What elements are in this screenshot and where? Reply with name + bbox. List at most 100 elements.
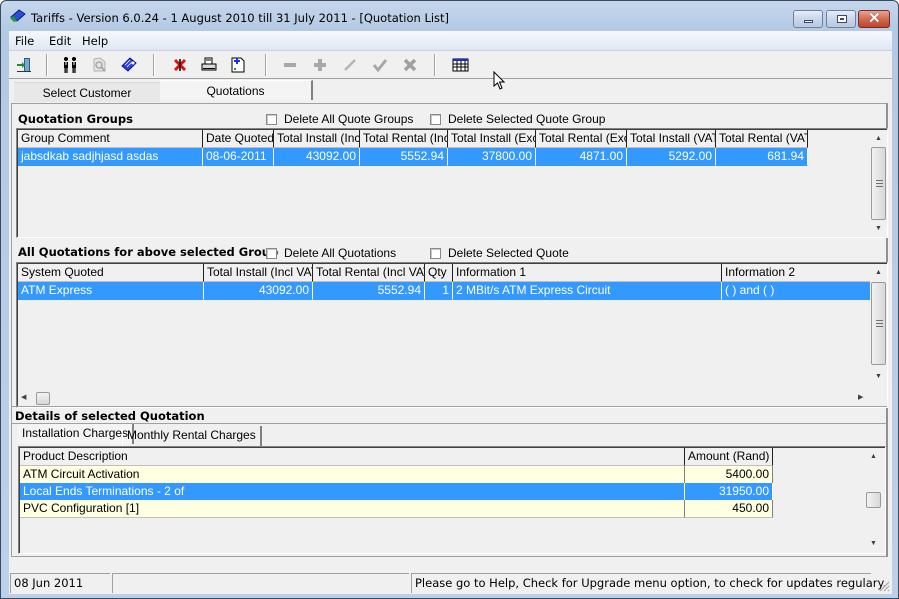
scroll-thumb[interactable] bbox=[36, 392, 50, 405]
confirm-button[interactable] bbox=[369, 54, 391, 76]
quotations-panel: Quotation Groups Delete All Quote Groups… bbox=[11, 103, 888, 557]
column-header[interactable]: Product Description bbox=[20, 448, 685, 466]
users-icon bbox=[64, 57, 76, 73]
exit-button[interactable] bbox=[13, 54, 35, 76]
column-header[interactable]: Qty bbox=[425, 264, 453, 282]
groups-vertical-scrollbar[interactable]: ▲ ▼ bbox=[870, 130, 887, 237]
customers-button[interactable] bbox=[59, 54, 81, 76]
quotations-horizontal-scrollbar[interactable]: ◀ ▶ bbox=[18, 390, 870, 407]
column-header[interactable]: Total Install (Incl VAT) bbox=[204, 264, 313, 282]
resize-grip-icon[interactable] bbox=[878, 580, 890, 592]
menu-edit[interactable]: Edit bbox=[49, 34, 71, 48]
details-vertical-scrollbar[interactable]: ▲ ▼ bbox=[865, 448, 882, 552]
scroll-left-icon[interactable]: ◀ bbox=[21, 393, 26, 401]
toolbar-separator bbox=[153, 54, 155, 76]
column-header[interactable]: Total Rental (VAT) bbox=[716, 130, 808, 148]
scroll-thumb[interactable] bbox=[871, 282, 886, 365]
new-document-icon bbox=[231, 57, 245, 73]
print-icon bbox=[201, 57, 217, 71]
delete-button[interactable] bbox=[169, 54, 191, 76]
table-row[interactable]: Local Ends Terminations - 2 of 31950.00 bbox=[20, 483, 773, 501]
title-bar[interactable]: Tariffs - Version 6.0.24 - 1 August 2010… bbox=[1, 1, 898, 31]
checkbox-box[interactable] bbox=[266, 113, 277, 125]
cell-total-install-excl: 37800.00 bbox=[448, 148, 536, 166]
print-button[interactable] bbox=[198, 54, 220, 76]
find-button[interactable] bbox=[89, 54, 111, 76]
edit-pencil-icon bbox=[344, 59, 356, 71]
close-icon: ✕ bbox=[868, 10, 881, 27]
delete-all-quotations-checkbox[interactable]: Delete All Quotations bbox=[266, 246, 396, 260]
column-header[interactable]: Total Rental (Excl) bbox=[536, 130, 627, 148]
scroll-up-icon[interactable]: ▲ bbox=[870, 130, 887, 147]
column-header[interactable]: Amount (Rand) bbox=[685, 448, 773, 466]
table-view-button[interactable] bbox=[449, 54, 471, 76]
cancel-x-icon bbox=[403, 58, 417, 72]
table-row[interactable]: ATM Express 43092.00 5552.94 1 2 MBit/s … bbox=[18, 282, 870, 300]
divider bbox=[12, 423, 887, 424]
minimize-icon bbox=[804, 20, 813, 23]
checkbox-label: Delete All Quotations bbox=[284, 246, 397, 260]
close-button[interactable]: ✕ bbox=[858, 10, 890, 28]
scroll-down-icon[interactable]: ▼ bbox=[870, 368, 887, 385]
minimize-button[interactable] bbox=[793, 10, 823, 28]
checkbox-box[interactable] bbox=[430, 113, 441, 125]
quotations-vertical-scrollbar[interactable]: ▲ ▼ bbox=[870, 264, 887, 390]
delete-selected-quote-checkbox[interactable]: Delete Selected Quote bbox=[430, 246, 569, 260]
column-header[interactable]: Total Rental (Incl VAT) bbox=[313, 264, 425, 282]
divider bbox=[12, 406, 887, 407]
scroll-right-icon[interactable]: ▶ bbox=[858, 393, 863, 401]
quotations-title: All Quotations for above selected Group bbox=[18, 245, 279, 259]
checkbox-box[interactable] bbox=[430, 247, 441, 259]
plus-icon bbox=[314, 59, 326, 71]
scroll-down-icon[interactable]: ▼ bbox=[865, 535, 882, 552]
scroll-down-icon[interactable]: ▼ bbox=[870, 220, 887, 237]
grid-header: Group Comment Date Quoted Total Install … bbox=[18, 130, 808, 148]
new-quote-button[interactable] bbox=[227, 54, 249, 76]
column-header[interactable]: Total Install (VAT) bbox=[627, 130, 716, 148]
scroll-up-icon[interactable]: ▲ bbox=[870, 264, 887, 281]
status-middle bbox=[112, 573, 409, 593]
search-document-icon bbox=[93, 57, 106, 72]
cell-total-install: 43092.00 bbox=[204, 282, 313, 300]
table-row[interactable]: PVC Configuration [1] 450.00 bbox=[20, 500, 773, 518]
table-row[interactable]: ATM Circuit Activation 5400.00 bbox=[20, 466, 773, 484]
delete-selected-quote-group-checkbox[interactable]: Delete Selected Quote Group bbox=[430, 112, 605, 126]
grid-header: System Quoted Total Install (Incl VAT) T… bbox=[18, 264, 870, 282]
column-header[interactable]: Group Comment bbox=[18, 130, 203, 148]
scroll-thumb[interactable] bbox=[871, 147, 886, 220]
column-header[interactable]: Total Install (Incl) bbox=[274, 130, 360, 148]
checkbox-box[interactable] bbox=[266, 247, 277, 259]
client-area: File Edit Help Select Customer Quotation… bbox=[9, 31, 892, 594]
cell-amount: 31950.00 bbox=[685, 483, 773, 501]
checkbox-label: Delete Selected Quote bbox=[448, 246, 569, 260]
toolbar-separator bbox=[265, 54, 267, 76]
table-row[interactable]: jabsdkab sadjhjasd asdas 08-06-2011 4309… bbox=[18, 148, 808, 166]
menu-help[interactable]: Help bbox=[82, 34, 108, 48]
cell-total-rental-incl: 5552.94 bbox=[360, 148, 448, 166]
column-header[interactable]: Information 2 bbox=[722, 264, 870, 282]
delete-all-quote-groups-checkbox[interactable]: Delete All Quote Groups bbox=[266, 112, 413, 126]
cancel-button[interactable] bbox=[399, 54, 421, 76]
cell-qty: 1 bbox=[425, 282, 453, 300]
tab-installation-charges[interactable]: Installation Charges bbox=[18, 424, 135, 444]
scroll-thumb[interactable] bbox=[866, 492, 881, 508]
add-button[interactable] bbox=[309, 54, 331, 76]
column-header[interactable]: Total Install (Excl) bbox=[448, 130, 536, 148]
remove-button[interactable] bbox=[279, 54, 301, 76]
tab-monthly-rental-charges[interactable]: Monthly Rental Charges bbox=[122, 426, 262, 446]
column-header[interactable]: System Quoted bbox=[18, 264, 204, 282]
cell-product-description: ATM Circuit Activation bbox=[20, 466, 685, 484]
column-header[interactable]: Date Quoted bbox=[203, 130, 274, 148]
quotations-grid: System Quoted Total Install (Incl VAT) T… bbox=[16, 262, 888, 408]
column-header[interactable]: Total Rental (Incl) bbox=[360, 130, 448, 148]
menu-file[interactable]: File bbox=[15, 34, 34, 48]
toolbar-separator bbox=[46, 54, 48, 76]
column-header[interactable]: Information 1 bbox=[453, 264, 722, 282]
scroll-up-icon[interactable]: ▲ bbox=[865, 448, 882, 465]
tab-select-customer[interactable]: Select Customer bbox=[14, 82, 160, 102]
maximize-button[interactable] bbox=[826, 10, 856, 28]
tariff-button[interactable] bbox=[118, 54, 140, 76]
tab-quotations[interactable]: Quotations bbox=[160, 80, 313, 100]
window-title: Tariffs - Version 6.0.24 - 1 August 2010… bbox=[31, 11, 450, 25]
edit-button[interactable] bbox=[339, 54, 361, 76]
